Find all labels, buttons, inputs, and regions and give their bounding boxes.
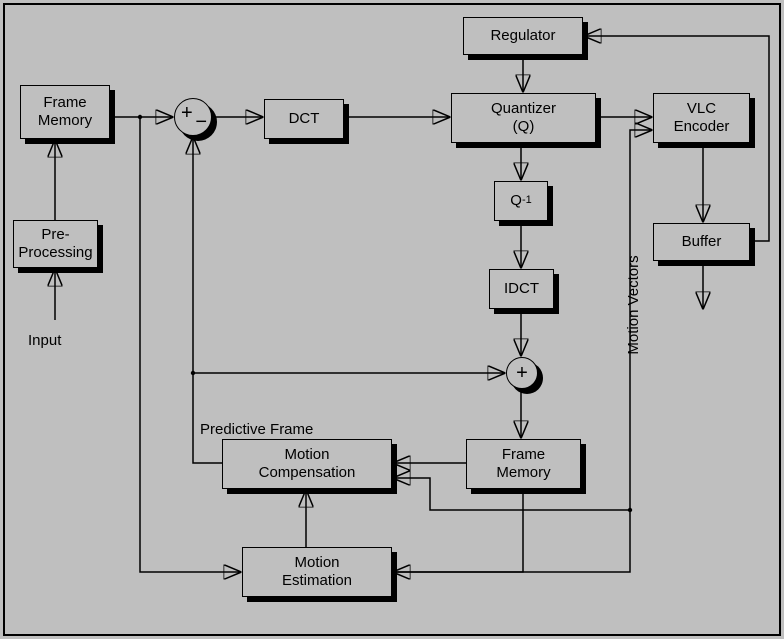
adder-plus-label: + [516, 362, 528, 385]
frame-memory-block: Frame Memory [20, 85, 110, 139]
motion-vectors-label: Motion Vectors [625, 245, 645, 365]
frame-memory-2-block: Frame Memory [466, 439, 581, 489]
buffer-block: Buffer [653, 223, 750, 261]
diagram-canvas: Frame Memory Pre- Processing DCT Regulat… [0, 0, 784, 639]
qinv-label: Q [510, 192, 522, 210]
sum-plus-label: + [181, 102, 193, 125]
regulator-block: Regulator [463, 17, 583, 55]
idct-block: IDCT [489, 269, 554, 309]
vlc-encoder-block: VLC Encoder [653, 93, 750, 143]
qinv-exponent: -1 [522, 194, 532, 207]
pre-processing-block: Pre- Processing [13, 220, 98, 268]
sum-minus-label: − [195, 111, 207, 134]
motion-estimation-block: Motion Estimation [242, 547, 392, 597]
sum-junction-icon: + − [174, 98, 212, 136]
motion-compensation-block: Motion Compensation [222, 439, 392, 489]
inverse-quantizer-block: Q-1 [494, 181, 548, 221]
dct-block: DCT [264, 99, 344, 139]
quantizer-block: Quantizer (Q) [451, 93, 596, 143]
input-label: Input [28, 332, 61, 350]
adder-junction-icon: + [506, 357, 538, 389]
predictive-frame-label: Predictive Frame [200, 421, 313, 439]
